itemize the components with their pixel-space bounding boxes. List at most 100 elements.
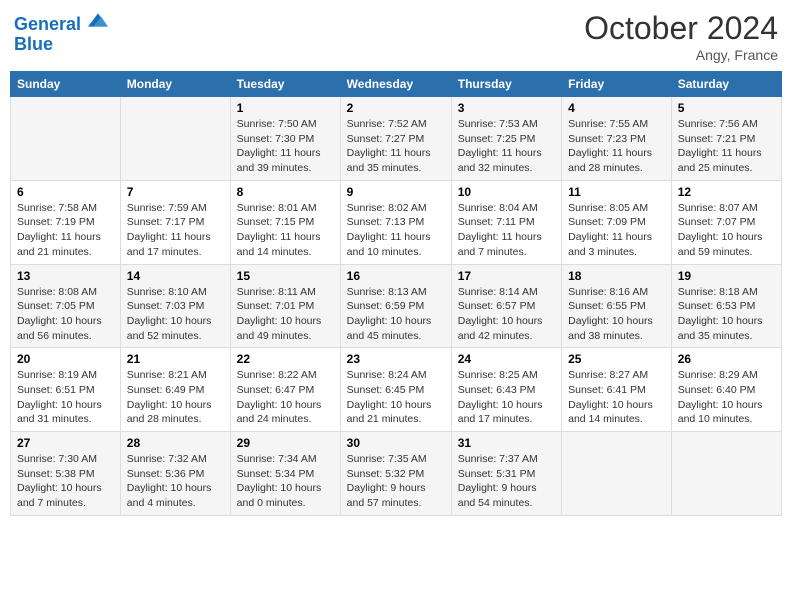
location: Angy, France [584,47,778,63]
day-content: Sunrise: 7:37 AM Sunset: 5:31 PM Dayligh… [458,452,555,511]
calendar-cell: 18 Sunrise: 8:16 AM Sunset: 6:55 PM Dayli… [562,264,672,348]
calendar-week-row: 20 Sunrise: 8:19 AM Sunset: 6:51 PM Dayli… [11,348,782,432]
day-content: Sunrise: 8:21 AM Sunset: 6:49 PM Dayligh… [127,368,224,427]
calendar-cell: 16Sunrise: 8:13 AM Sunset: 6:59 PM Dayli… [340,264,451,348]
day-content: Sunrise: 8:07 AM Sunset: 7:07 PM Dayligh… [678,201,775,260]
day-number: 23 [347,352,445,366]
day-number: 16 [347,269,445,283]
calendar-cell [11,97,121,181]
page-header: General Blue October 2024 Angy, France [10,10,782,63]
day-number: 22 [237,352,334,366]
day-content: Sunrise: 8:25 AM Sunset: 6:43 PM Dayligh… [458,368,555,427]
day-content: Sunrise: 7:53 AM Sunset: 7:25 PM Dayligh… [458,117,555,176]
day-number: 28 [127,436,224,450]
day-content: Sunrise: 8:04 AM Sunset: 7:11 PM Dayligh… [458,201,555,260]
calendar-cell: 7 Sunrise: 7:59 AM Sunset: 7:17 PM Daylig… [120,180,230,264]
day-content: Sunrise: 7:58 AM Sunset: 7:19 PM Dayligh… [17,201,114,260]
day-content: Sunrise: 8:11 AM Sunset: 7:01 PM Dayligh… [237,285,334,344]
day-header-saturday: Saturday [671,72,781,97]
day-content: Sunrise: 8:24 AM Sunset: 6:45 PM Dayligh… [347,368,445,427]
logo: General Blue [14,10,108,55]
calendar-cell: 17 Sunrise: 8:14 AM Sunset: 6:57 PM Dayli… [451,264,561,348]
day-number: 19 [678,269,775,283]
day-number: 3 [458,101,555,115]
day-number: 7 [127,185,224,199]
day-number: 25 [568,352,665,366]
day-content: Sunrise: 8:27 AM Sunset: 6:41 PM Dayligh… [568,368,665,427]
calendar-cell: 15 Sunrise: 8:11 AM Sunset: 7:01 PM Dayli… [230,264,340,348]
day-number: 10 [458,185,555,199]
day-number: 20 [17,352,114,366]
calendar-cell: 31 Sunrise: 7:37 AM Sunset: 5:31 PM Dayli… [451,432,561,516]
day-header-wednesday: Wednesday [340,72,451,97]
calendar-body: 1 Sunrise: 7:50 AM Sunset: 7:30 PM Daylig… [11,97,782,516]
day-number: 14 [127,269,224,283]
calendar-cell: 25 Sunrise: 8:27 AM Sunset: 6:41 PM Dayli… [562,348,672,432]
day-content: Sunrise: 8:19 AM Sunset: 6:51 PM Dayligh… [17,368,114,427]
calendar-cell [671,432,781,516]
calendar-cell: 14 Sunrise: 8:10 AM Sunset: 7:03 PM Dayli… [120,264,230,348]
calendar-cell: 20 Sunrise: 8:19 AM Sunset: 6:51 PM Dayli… [11,348,121,432]
day-number: 17 [458,269,555,283]
logo-blue: Blue [14,35,108,55]
day-content: Sunrise: 7:56 AM Sunset: 7:21 PM Dayligh… [678,117,775,176]
calendar-cell: 19 Sunrise: 8:18 AM Sunset: 6:53 PM Dayli… [671,264,781,348]
day-header-friday: Friday [562,72,672,97]
day-content: Sunrise: 7:59 AM Sunset: 7:17 PM Dayligh… [127,201,224,260]
day-content: Sunrise: 7:35 AM Sunset: 5:32 PM Dayligh… [347,452,445,511]
calendar-cell: 2Sunrise: 7:52 AM Sunset: 7:27 PM Daylig… [340,97,451,181]
day-content: Sunrise: 7:52 AM Sunset: 7:27 PM Dayligh… [347,117,445,176]
day-header-sunday: Sunday [11,72,121,97]
calendar-week-row: 27Sunrise: 7:30 AM Sunset: 5:38 PM Dayli… [11,432,782,516]
calendar-week-row: 6 Sunrise: 7:58 AM Sunset: 7:19 PM Daylig… [11,180,782,264]
day-header-monday: Monday [120,72,230,97]
calendar-cell: 26Sunrise: 8:29 AM Sunset: 6:40 PM Dayli… [671,348,781,432]
day-content: Sunrise: 7:50 AM Sunset: 7:30 PM Dayligh… [237,117,334,176]
day-content: Sunrise: 8:08 AM Sunset: 7:05 PM Dayligh… [17,285,114,344]
day-number: 11 [568,185,665,199]
calendar-header-row: SundayMondayTuesdayWednesdayThursdayFrid… [11,72,782,97]
calendar-week-row: 1 Sunrise: 7:50 AM Sunset: 7:30 PM Daylig… [11,97,782,181]
calendar-cell: 12 Sunrise: 8:07 AM Sunset: 7:07 PM Dayli… [671,180,781,264]
day-number: 9 [347,185,445,199]
calendar-cell: 4Sunrise: 7:55 AM Sunset: 7:23 PM Daylig… [562,97,672,181]
calendar-cell: 21 Sunrise: 8:21 AM Sunset: 6:49 PM Dayli… [120,348,230,432]
calendar-cell [120,97,230,181]
day-number: 13 [17,269,114,283]
calendar-cell [562,432,672,516]
day-number: 26 [678,352,775,366]
day-number: 24 [458,352,555,366]
day-number: 18 [568,269,665,283]
calendar-cell: 5 Sunrise: 7:56 AM Sunset: 7:21 PM Daylig… [671,97,781,181]
logo-text: General [14,10,108,35]
calendar-week-row: 13 Sunrise: 8:08 AM Sunset: 7:05 PM Dayli… [11,264,782,348]
calendar-cell: 24 Sunrise: 8:25 AM Sunset: 6:43 PM Dayli… [451,348,561,432]
day-content: Sunrise: 8:22 AM Sunset: 6:47 PM Dayligh… [237,368,334,427]
day-content: Sunrise: 7:30 AM Sunset: 5:38 PM Dayligh… [17,452,114,511]
calendar-cell: 13 Sunrise: 8:08 AM Sunset: 7:05 PM Dayli… [11,264,121,348]
day-number: 5 [678,101,775,115]
day-number: 1 [237,101,334,115]
calendar-cell: 1 Sunrise: 7:50 AM Sunset: 7:30 PM Daylig… [230,97,340,181]
calendar-cell: 8 Sunrise: 8:01 AM Sunset: 7:15 PM Daylig… [230,180,340,264]
day-number: 30 [347,436,445,450]
day-content: Sunrise: 8:18 AM Sunset: 6:53 PM Dayligh… [678,285,775,344]
calendar-cell: 23 Sunrise: 8:24 AM Sunset: 6:45 PM Dayli… [340,348,451,432]
day-number: 29 [237,436,334,450]
day-content: Sunrise: 8:16 AM Sunset: 6:55 PM Dayligh… [568,285,665,344]
logo-icon [88,10,108,30]
calendar-cell: 9Sunrise: 8:02 AM Sunset: 7:13 PM Daylig… [340,180,451,264]
calendar-table: SundayMondayTuesdayWednesdayThursdayFrid… [10,71,782,516]
day-number: 6 [17,185,114,199]
calendar-cell: 28Sunrise: 7:32 AM Sunset: 5:36 PM Dayli… [120,432,230,516]
day-number: 21 [127,352,224,366]
calendar-cell: 11Sunrise: 8:05 AM Sunset: 7:09 PM Dayli… [562,180,672,264]
day-content: Sunrise: 8:14 AM Sunset: 6:57 PM Dayligh… [458,285,555,344]
calendar-cell: 27Sunrise: 7:30 AM Sunset: 5:38 PM Dayli… [11,432,121,516]
day-number: 15 [237,269,334,283]
day-content: Sunrise: 8:01 AM Sunset: 7:15 PM Dayligh… [237,201,334,260]
day-number: 12 [678,185,775,199]
day-number: 8 [237,185,334,199]
day-number: 31 [458,436,555,450]
day-content: Sunrise: 8:10 AM Sunset: 7:03 PM Dayligh… [127,285,224,344]
